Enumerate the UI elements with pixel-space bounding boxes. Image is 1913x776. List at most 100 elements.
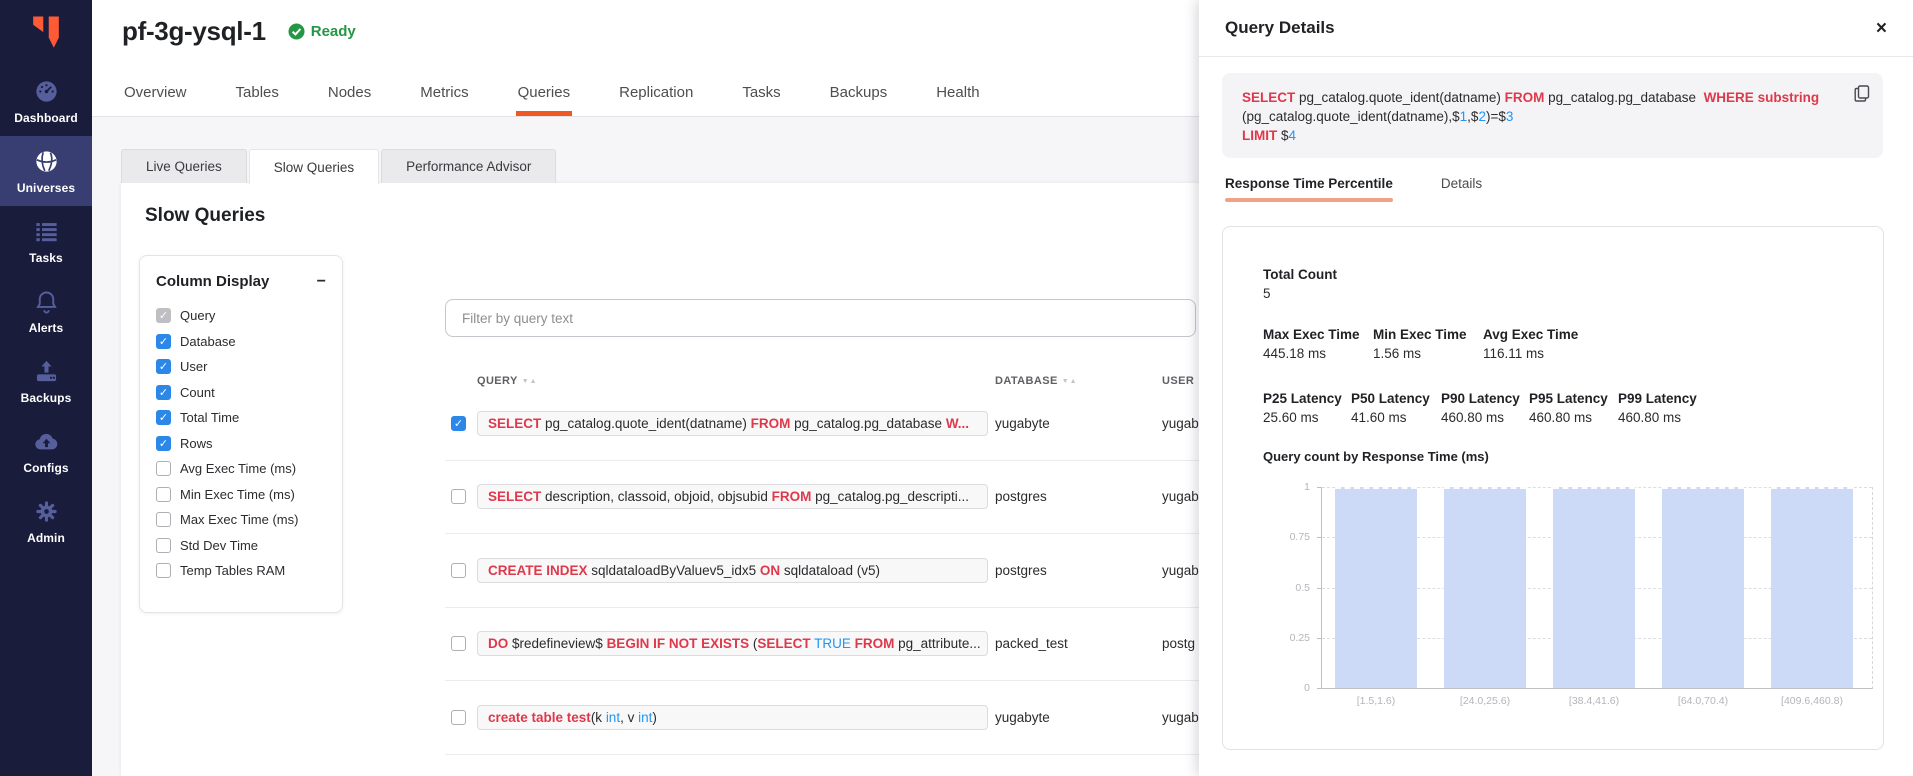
column-option-min-exec-time-ms[interactable]: Min Exec Time (ms): [156, 482, 326, 508]
column-option-label: Std Dev Time: [180, 538, 258, 553]
tab-overview[interactable]: Overview: [122, 74, 189, 116]
sidebar-item-tasks[interactable]: Tasks: [0, 206, 92, 276]
bell-icon: [33, 288, 60, 315]
checkbox[interactable]: ✓: [156, 385, 171, 400]
row-checkbox[interactable]: ✓: [451, 416, 466, 431]
database-cell: yugabyte: [995, 416, 1162, 431]
stat-label: P25 Latency: [1263, 391, 1351, 406]
column-option-std-dev-time[interactable]: Std Dev Time: [156, 533, 326, 559]
tab-nodes[interactable]: Nodes: [326, 74, 373, 116]
sidebar-item-configs[interactable]: Configs: [0, 416, 92, 486]
exec-stat: Avg Exec Time 116.11 ms: [1483, 327, 1593, 361]
checkbox[interactable]: ✓: [156, 410, 171, 425]
column-option-label: Database: [180, 334, 236, 349]
tab-replication[interactable]: Replication: [617, 74, 695, 116]
sort-carets-icon[interactable]: ▼▲: [1062, 378, 1078, 385]
stat-label: Avg Exec Time: [1483, 327, 1593, 342]
checkbox[interactable]: [156, 512, 171, 527]
checkbox[interactable]: ✓: [156, 359, 171, 374]
column-option-max-exec-time-ms[interactable]: Max Exec Time (ms): [156, 507, 326, 533]
tab-backups[interactable]: Backups: [828, 74, 890, 116]
tab-tables[interactable]: Tables: [234, 74, 281, 116]
query-text-chip[interactable]: create table test(k int, v int): [477, 705, 988, 730]
sidebar-nav: Dashboard Universes Tasks AlertsBackupsConf…: [0, 66, 92, 556]
query-text-chip[interactable]: DO $redefineview$ BEGIN IF NOT EXISTS (S…: [477, 631, 988, 656]
gauge-icon: [33, 78, 60, 105]
checkbox[interactable]: [156, 538, 171, 553]
sidebar-item-admin[interactable]: Admin: [0, 486, 92, 556]
latency-stats: P25 Latency25.60 msP50 Latency41.60 msP9…: [1263, 391, 1843, 425]
section-title: Slow Queries: [145, 205, 265, 227]
minus-icon[interactable]: −: [317, 277, 326, 287]
column-header-query[interactable]: QUERY▼▲: [477, 375, 995, 387]
sidebar-item-dashboard[interactable]: Dashboard: [0, 66, 92, 136]
sidebar-item-label: Dashboard: [14, 111, 78, 125]
row-checkbox[interactable]: [451, 489, 466, 504]
query-details-panel: Query Details × SELECT pg_catalog.quote_…: [1199, 0, 1913, 776]
query-text-chip[interactable]: CREATE INDEX sqldataloadByValuev5_idx5 O…: [477, 558, 988, 583]
stat-value: 116.11 ms: [1483, 346, 1593, 361]
checkbox[interactable]: ✓: [156, 308, 171, 323]
yugabyte-logo[interactable]: [0, 0, 92, 66]
close-icon[interactable]: ×: [1876, 19, 1887, 38]
sub-tab-live-queries[interactable]: Live Queries: [121, 149, 247, 183]
y-axis-tick: [1317, 688, 1322, 689]
bar-group: [24.0,25.6): [1444, 487, 1526, 688]
tab-metrics[interactable]: Metrics: [418, 74, 470, 116]
column-option-label: Count: [180, 385, 215, 400]
stat-value: 460.80 ms: [1618, 410, 1697, 425]
sidebar: Dashboard Universes Tasks AlertsBackupsConf…: [0, 0, 92, 776]
details-tab-response-time-percentile[interactable]: Response Time Percentile: [1225, 176, 1393, 202]
copy-icon[interactable]: [1854, 85, 1870, 105]
column-option-rows[interactable]: ✓Rows: [156, 431, 326, 457]
tab-tasks[interactable]: Tasks: [740, 74, 782, 116]
bar-group: [409.6,460.8): [1771, 487, 1853, 688]
column-option-query[interactable]: ✓ Query: [156, 303, 326, 329]
column-option-total-time[interactable]: ✓ Total Time: [156, 405, 326, 431]
column-option-temp-tables-ram[interactable]: Temp Tables RAM: [156, 558, 326, 584]
sidebar-item-label: Universes: [17, 181, 75, 195]
row-checkbox[interactable]: [451, 710, 466, 725]
stat-value: 25.60 ms: [1263, 410, 1351, 425]
sub-tab-performance-advisor[interactable]: Performance Advisor: [381, 149, 556, 183]
sidebar-item-alerts[interactable]: Alerts: [0, 276, 92, 346]
latency-stat: P99 Latency460.80 ms: [1618, 391, 1697, 425]
sidebar-item-universes[interactable]: Universes: [0, 136, 92, 206]
row-checkbox[interactable]: [451, 563, 466, 578]
sidebar-item-label: Tasks: [29, 251, 63, 265]
column-option-count[interactable]: ✓ Count: [156, 380, 326, 406]
bar: [1335, 487, 1417, 688]
gear-icon: [33, 498, 60, 525]
sidebar-item-backups[interactable]: Backups: [0, 346, 92, 416]
checkbox[interactable]: ✓: [156, 334, 171, 349]
checkbox[interactable]: [156, 487, 171, 502]
column-option-label: Query: [180, 308, 215, 323]
x-axis-label: [1.5,1.6): [1357, 695, 1396, 707]
sql-line: LIMIT $4: [1242, 126, 1837, 145]
bar-group: [64.0,70.4): [1662, 487, 1744, 688]
column-option-database[interactable]: ✓ Database: [156, 329, 326, 355]
column-header-database[interactable]: DATABASE▼▲: [995, 375, 1162, 387]
query-text-chip[interactable]: SELECT description, classoid, objoid, ob…: [477, 484, 988, 509]
stat-value: 41.60 ms: [1351, 410, 1441, 425]
globe-icon: [33, 148, 60, 175]
column-display-title: Column Display: [156, 273, 269, 290]
query-filter-input[interactable]: [445, 299, 1196, 337]
column-option-label: Total Time: [180, 410, 239, 425]
column-option-user[interactable]: ✓User: [156, 354, 326, 380]
checkbox[interactable]: [156, 563, 171, 578]
checkbox[interactable]: ✓: [156, 436, 171, 451]
sort-carets-icon[interactable]: ▼▲: [522, 378, 538, 385]
tab-queries[interactable]: Queries: [516, 74, 573, 116]
sql-preview: SELECT pg_catalog.quote_ident(datname) F…: [1222, 73, 1883, 158]
checkbox[interactable]: [156, 461, 171, 476]
row-checkbox[interactable]: [451, 636, 466, 651]
details-tab-details[interactable]: Details: [1441, 176, 1482, 202]
sub-tab-slow-queries[interactable]: Slow Queries: [249, 149, 379, 184]
y-axis-label: 0.5: [1264, 582, 1310, 594]
bar: [1662, 487, 1744, 688]
exec-stat: Min Exec Time1.56 ms: [1373, 327, 1483, 361]
column-option-avg-exec-time-ms[interactable]: Avg Exec Time (ms): [156, 456, 326, 482]
query-text-chip[interactable]: SELECT pg_catalog.quote_ident(datname) F…: [477, 411, 988, 436]
tab-health[interactable]: Health: [934, 74, 981, 116]
